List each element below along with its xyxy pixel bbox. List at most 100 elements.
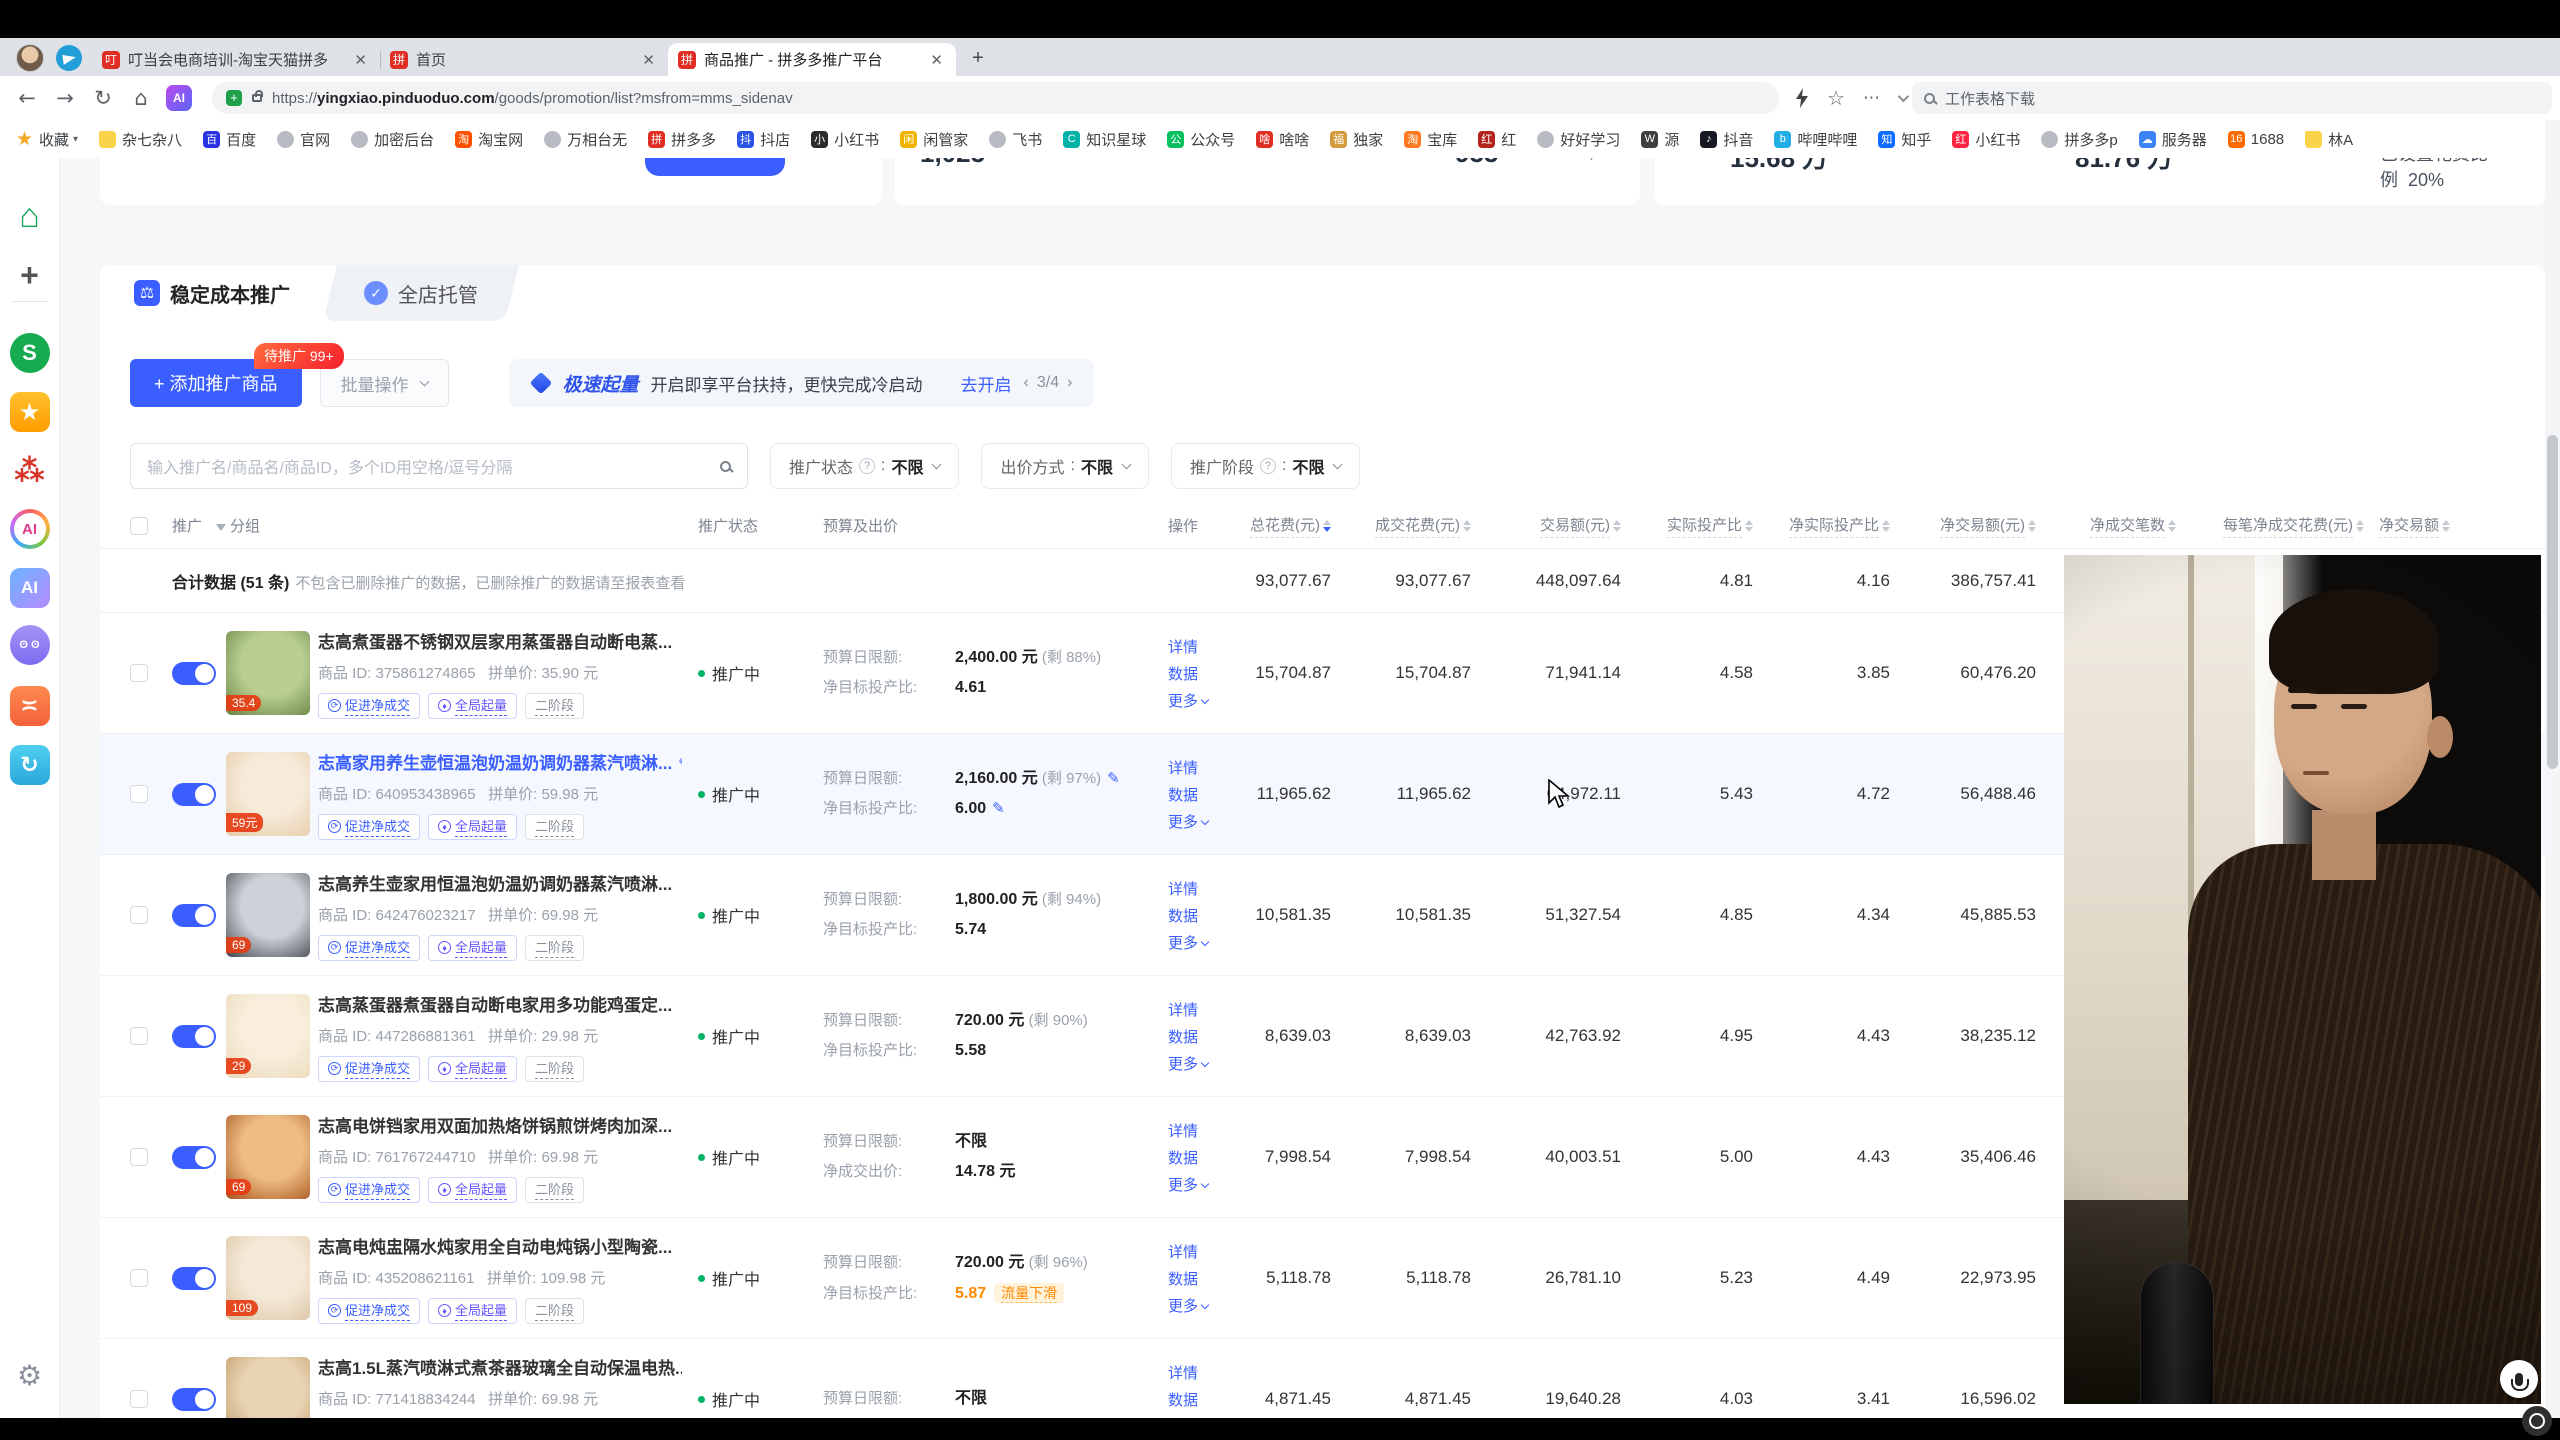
app-icon-home[interactable]: ⌂ xyxy=(10,196,50,236)
bookmark-7[interactable]: 拼拼多多 xyxy=(648,129,716,150)
tab-whole-store-hosting[interactable]: ✓ 全店托管 xyxy=(323,265,519,321)
sort-icon[interactable] xyxy=(2028,520,2036,532)
bookmark-19[interactable]: W源 xyxy=(1641,129,1679,150)
row-tag-0[interactable]: ⟳促进净成交 xyxy=(318,935,420,961)
bookmark-18[interactable]: 好好学习 xyxy=(1537,129,1620,150)
bookmark-0[interactable]: ★收藏▾ xyxy=(16,129,78,150)
row-action-2[interactable]: 更多 xyxy=(1168,932,1238,953)
row-checkbox[interactable] xyxy=(130,1148,148,1166)
sort-icon[interactable] xyxy=(1463,520,1471,532)
browser-profile-avatar[interactable] xyxy=(16,44,44,72)
bookmark-1[interactable]: 杂七杂八 xyxy=(99,129,182,150)
product-title[interactable]: 志高家用养生壶恒温泡奶温奶调奶器蒸汽喷淋...✎ xyxy=(318,749,682,774)
row-tag-0[interactable]: ⟳促进净成交 xyxy=(318,1298,420,1324)
home-button[interactable]: ⌂ xyxy=(122,86,160,110)
address-bar[interactable]: + https://yingxiao.pinduoduo.com/goods/p… xyxy=(212,82,1779,114)
record-control-button[interactable] xyxy=(2522,1406,2552,1436)
traffic-down-tag[interactable]: 流量下滑 xyxy=(994,1283,1064,1303)
metric-link-arrow[interactable]: › xyxy=(1533,158,1539,163)
app-icon-network[interactable]: ⁂ xyxy=(10,451,50,491)
col-num-7[interactable]: 每笔净成交花费(元) xyxy=(2176,514,2364,538)
row-action-0[interactable]: 详情 xyxy=(1168,1241,1238,1262)
edit-pencil-icon[interactable]: ✎ xyxy=(1107,770,1120,787)
product-title[interactable]: 志高电饼铛家用双面加热烙饼锅煎饼烤肉加深... xyxy=(318,1112,682,1137)
sort-icon[interactable] xyxy=(1323,520,1331,532)
row-action-1[interactable]: 数据 xyxy=(1168,1389,1238,1410)
row-action-2[interactable]: 更多 xyxy=(1168,1174,1238,1195)
scrollbar-thumb[interactable] xyxy=(2547,435,2558,769)
row-toggle-on[interactable] xyxy=(172,1146,216,1169)
row-checkbox[interactable] xyxy=(130,785,148,803)
settings-gear-icon[interactable]: ⚙ xyxy=(17,1359,42,1392)
product-title[interactable]: 志高蒸蛋器煮蛋器自动断电家用多功能鸡蛋定... xyxy=(318,991,682,1016)
banner-prev-arrow[interactable]: ‹ xyxy=(1024,374,1029,392)
row-action-1[interactable]: 数据 xyxy=(1168,663,1238,684)
bookmark-4[interactable]: 加密后台 xyxy=(351,129,434,150)
sort-icon[interactable] xyxy=(1745,520,1753,532)
row-tag-1[interactable]: ♦全局起量 xyxy=(428,814,517,840)
forward-button[interactable]: → xyxy=(46,86,84,110)
sort-icon[interactable] xyxy=(2442,520,2450,532)
row-tag-0[interactable]: ⟳促进净成交 xyxy=(318,693,420,719)
bookmark-24[interactable]: 拼多多p xyxy=(2041,129,2117,150)
edit-pencil-icon[interactable]: ✎ xyxy=(992,800,1005,817)
search-icon[interactable] xyxy=(720,461,731,472)
tab-close-icon[interactable]: ✕ xyxy=(927,51,946,69)
row-toggle-on[interactable] xyxy=(172,1267,216,1290)
browser-tab-2[interactable]: 拼商品推广 - 拼多多推广平台✕ xyxy=(668,43,956,76)
row-tag-0[interactable]: ⟳促进净成交 xyxy=(318,1056,420,1082)
col-num-6[interactable]: 净成交笔数 xyxy=(2036,514,2176,538)
row-tag-2[interactable]: 二阶段 xyxy=(525,693,584,719)
lightning-icon[interactable] xyxy=(1795,88,1809,108)
banner-open-link[interactable]: 去开启 xyxy=(961,371,1012,396)
select-all-checkbox[interactable] xyxy=(130,517,148,535)
app-icon-gamepad[interactable]: ≍ xyxy=(10,686,50,726)
browser-tab-0[interactable]: 叮叮当会电商培训-淘宝天猫拼多✕ xyxy=(92,43,380,76)
bookmark-2[interactable]: 百百度 xyxy=(203,129,256,150)
row-tag-1[interactable]: ♦全局起量 xyxy=(428,693,517,719)
product-image[interactable]: 109 xyxy=(226,1236,310,1320)
tab-close-icon[interactable]: ✕ xyxy=(639,51,658,69)
toolbar-search-box[interactable]: 工作表格下载 xyxy=(1912,82,2552,114)
bookmark-17[interactable]: 红红 xyxy=(1478,129,1516,150)
row-action-0[interactable]: 详情 xyxy=(1168,1120,1238,1141)
col-num-8[interactable]: 净交易额 xyxy=(2364,514,2450,538)
row-action-0[interactable]: 详情 xyxy=(1168,636,1238,657)
group-filter-icon[interactable] xyxy=(216,524,226,531)
row-tag-1[interactable]: ♦全局起量 xyxy=(428,1056,517,1082)
adblock-extension-icon[interactable]: + xyxy=(226,90,242,106)
promotion-search-input[interactable]: 输入推广名/商品名/商品ID，多个ID用空格/逗号分隔 xyxy=(130,443,748,489)
partial-blue-button[interactable] xyxy=(645,158,785,176)
bookmark-6[interactable]: 万相台无 xyxy=(544,129,627,150)
bookmark-23[interactable]: 红小红书 xyxy=(1952,129,2020,150)
row-checkbox[interactable] xyxy=(130,664,148,682)
product-image[interactable]: 69 xyxy=(226,1357,310,1418)
tab-close-icon[interactable]: ✕ xyxy=(351,51,370,69)
row-action-0[interactable]: 详情 xyxy=(1168,757,1238,778)
row-tag-0[interactable]: ⟳促进净成交 xyxy=(318,814,420,840)
product-image[interactable]: 69 xyxy=(226,873,310,957)
bookmark-8[interactable]: 抖抖店 xyxy=(737,129,790,150)
product-title[interactable]: 志高煮蛋器不锈钢双层家用蒸蛋器自动断电蒸... xyxy=(318,628,682,653)
page-url[interactable]: https://yingxiao.pinduoduo.com/goods/pro… xyxy=(272,90,793,107)
col-num-4[interactable]: 净实际投产比 xyxy=(1753,514,1890,538)
metric-link-arrow-2[interactable]: › xyxy=(1685,158,1691,163)
row-tag-2[interactable]: 二阶段 xyxy=(525,814,584,840)
row-tag-2[interactable]: 二阶段 xyxy=(525,1056,584,1082)
col-num-3[interactable]: 实际投产比 xyxy=(1621,514,1753,538)
toolbar-chevron-icon[interactable] xyxy=(1898,91,1909,102)
row-checkbox[interactable] xyxy=(130,1390,148,1408)
bookmark-14[interactable]: 啥啥啥 xyxy=(1256,129,1309,150)
product-image[interactable]: 69 xyxy=(226,1115,310,1199)
product-title[interactable]: 志高电炖盅隔水炖家用全自动电炖锅小型陶瓷... xyxy=(318,1233,682,1258)
bookmark-15[interactable]: 福独家 xyxy=(1330,129,1383,150)
row-checkbox[interactable] xyxy=(130,906,148,924)
row-action-1[interactable]: 数据 xyxy=(1168,1268,1238,1289)
new-tab-button[interactable]: + xyxy=(964,44,992,72)
row-tag-1[interactable]: ♦全局起量 xyxy=(428,1177,517,1203)
bookmark-27[interactable]: 林A xyxy=(2305,129,2353,150)
lock-icon[interactable] xyxy=(252,94,262,102)
row-action-2[interactable]: 更多 xyxy=(1168,1295,1238,1316)
row-action-1[interactable]: 数据 xyxy=(1168,784,1238,805)
bookmark-12[interactable]: C知识星球 xyxy=(1063,129,1146,150)
